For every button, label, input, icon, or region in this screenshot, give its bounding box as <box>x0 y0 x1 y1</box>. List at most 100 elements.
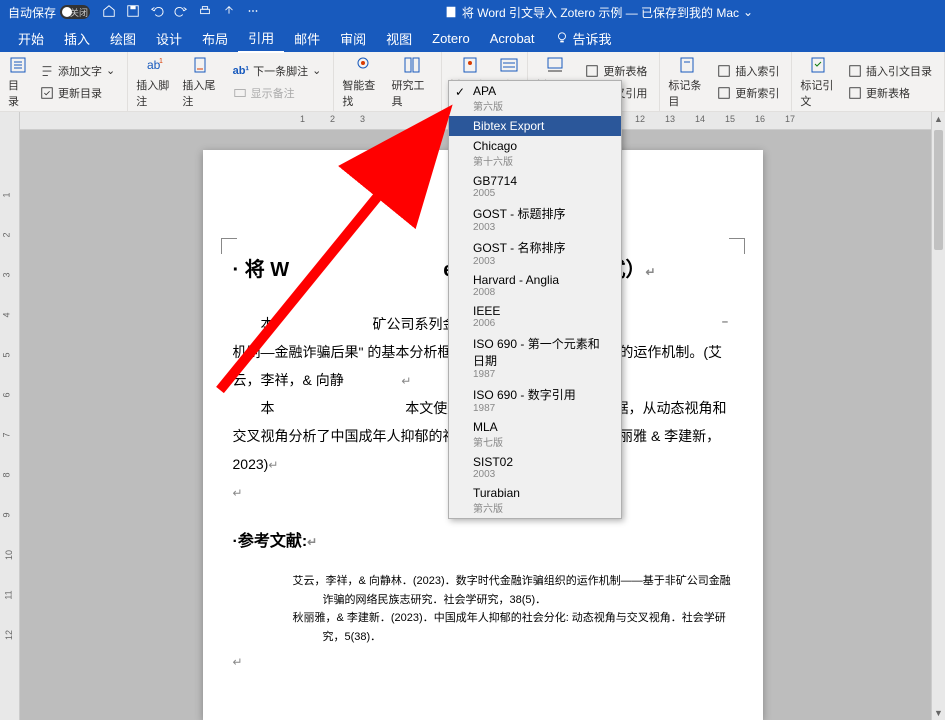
vruler-tick: 12 <box>4 630 14 640</box>
style-item-gost-title[interactable]: GOST - 标题排序2003 <box>449 202 621 236</box>
style-item-mla[interactable]: MLA第七版 <box>449 417 621 452</box>
doc-icon <box>444 5 458 19</box>
ribbon-tabs: 开始 插入 绘图 设计 布局 引用 邮件 审阅 视图 Zotero Acroba… <box>0 24 945 52</box>
quick-access-toolbar <box>102 4 260 21</box>
add-text-button[interactable]: 添加文字⌄ <box>36 61 119 81</box>
scrollbar-thumb[interactable] <box>934 130 943 250</box>
tab-view[interactable]: 视图 <box>376 25 422 52</box>
tab-insert[interactable]: 插入 <box>54 25 100 52</box>
insert-footnote-button[interactable]: ab1 插入脚注 <box>136 55 174 109</box>
style-item-apa[interactable]: APA第六版 <box>449 81 621 116</box>
save-icon[interactable] <box>126 4 140 21</box>
update-table-button[interactable]: 更新表格 <box>581 61 651 81</box>
tab-zotero[interactable]: Zotero <box>422 27 480 50</box>
autosave-toggle[interactable]: 关闭 <box>60 5 90 19</box>
smart-lookup-button[interactable]: 智能查找 <box>342 55 383 109</box>
style-item-iso690-numeric[interactable]: ISO 690 - 数字引用1987 <box>449 383 621 417</box>
tab-review[interactable]: 审阅 <box>330 25 376 52</box>
vertical-scrollbar[interactable]: ▲ ▼ <box>931 112 945 720</box>
ruler-tick: 13 <box>665 114 675 124</box>
ruler-corner <box>0 112 20 130</box>
update-index-button[interactable]: 更新索引 <box>713 83 783 103</box>
next-footnote-button[interactable]: ab¹下一条脚注⌄ <box>229 61 326 81</box>
undo-icon[interactable] <box>150 4 164 21</box>
update-table2-button[interactable]: 更新表格 <box>844 83 936 103</box>
ruler-tick: 2 <box>330 114 335 124</box>
document-title[interactable]: 将 Word 引文导入 Zotero 示例 — 已保存到我的 Mac ⌄ <box>260 4 937 21</box>
chevron-down-icon: ⌄ <box>312 64 321 77</box>
vruler-tick: 5 <box>2 352 12 357</box>
print-icon[interactable] <box>198 4 212 21</box>
tab-start[interactable]: 开始 <box>8 25 54 52</box>
home-icon[interactable] <box>102 4 116 21</box>
share-icon[interactable] <box>222 4 236 21</box>
mark-citation-button[interactable]: 标记引文 <box>800 55 836 109</box>
insert-ta-button[interactable]: 插入引文目录 <box>844 61 936 81</box>
style-item-bibtex[interactable]: Bibtex Export <box>449 116 621 136</box>
tab-tell-me[interactable]: 告诉我 <box>545 25 622 52</box>
vruler-tick: 4 <box>2 312 12 317</box>
vruler-tick: 9 <box>2 512 12 517</box>
tell-me-label: 告诉我 <box>573 29 612 48</box>
tab-draw[interactable]: 绘图 <box>100 25 146 52</box>
style-item-ieee[interactable]: IEEE2006 <box>449 301 621 332</box>
vruler-tick: 8 <box>2 472 12 477</box>
ruler-tick: 16 <box>755 114 765 124</box>
vruler-tick: 6 <box>2 392 12 397</box>
svg-text:1: 1 <box>159 58 163 65</box>
tab-references[interactable]: 引用 <box>238 24 284 53</box>
vruler-tick: 10 <box>4 550 14 560</box>
ruler-tick: 17 <box>785 114 795 124</box>
style-item-gb7714[interactable]: GB77142005 <box>449 171 621 202</box>
mark-citation-label: 标记引文 <box>800 77 836 109</box>
researcher-label: 研究工具 <box>392 77 433 109</box>
vruler-tick: 1 <box>2 192 12 197</box>
title-text: 将 Word 引文导入 Zotero 示例 — 已保存到我的 Mac <box>462 4 739 21</box>
toc-label: 目录 <box>8 77 28 109</box>
update-toc-button[interactable]: 更新目录 <box>36 83 119 103</box>
mark-entry-button[interactable]: 标记条目 <box>668 55 705 109</box>
style-item-harvard[interactable]: Harvard - Anglia2008 <box>449 270 621 301</box>
vruler-tick: 11 <box>4 590 14 599</box>
ruler-tick: 14 <box>695 114 705 124</box>
title-bar: 自动保存 关闭 将 Word 引文导入 Zotero 示例 — 已保存到我的 M… <box>0 0 945 24</box>
chevron-down-icon: ⌄ <box>106 64 115 77</box>
vertical-ruler[interactable]: 1 2 3 4 5 6 7 8 9 10 11 12 <box>0 130 20 720</box>
toc-button[interactable]: 目录 <box>8 55 28 109</box>
style-item-gost-name[interactable]: GOST - 名称排序2003 <box>449 236 621 270</box>
insert-index-button[interactable]: 插入索引 <box>713 61 783 81</box>
tab-layout[interactable]: 布局 <box>192 25 238 52</box>
tab-design[interactable]: 设计 <box>146 25 192 52</box>
ruler-tick: 15 <box>725 114 735 124</box>
style-item-sist02[interactable]: SIST022003 <box>449 452 621 483</box>
researcher-button[interactable]: 研究工具 <box>392 55 433 109</box>
lightbulb-icon <box>555 31 569 45</box>
chevron-down-icon: ⌄ <box>743 5 753 19</box>
tab-mailings[interactable]: 邮件 <box>284 25 330 52</box>
show-notes-button[interactable]: 显示备注 <box>229 83 326 103</box>
tab-acrobat[interactable]: Acrobat <box>480 27 545 50</box>
toggle-state: 关闭 <box>70 6 88 19</box>
references-heading: ·参考文献:↵ <box>233 526 733 558</box>
group-footnotes: ab1 插入脚注 插入尾注 ab¹下一条脚注⌄ 显示备注 <box>128 52 334 111</box>
scroll-down-icon[interactable]: ▼ <box>932 706 945 720</box>
scroll-up-icon[interactable]: ▲ <box>932 112 945 126</box>
insert-endnote-label: 插入尾注 <box>182 77 220 109</box>
autosave-group: 自动保存 关闭 <box>8 4 90 21</box>
citation-style-dropdown: APA第六版 Bibtex Export Chicago第十六版 GB77142… <box>448 80 622 519</box>
ruler-tick: 3 <box>360 114 365 124</box>
redo-icon[interactable] <box>174 4 188 21</box>
style-item-iso690-first[interactable]: ISO 690 - 第一个元素和日期1987 <box>449 332 621 383</box>
smart-lookup-label: 智能查找 <box>342 77 383 109</box>
margin-corner <box>729 238 745 254</box>
group-index: 标记条目 插入索引 更新索引 <box>660 52 792 111</box>
insert-endnote-button[interactable]: 插入尾注 <box>182 55 220 109</box>
style-item-chicago[interactable]: Chicago第十六版 <box>449 136 621 171</box>
ellipsis-icon[interactable] <box>246 4 260 21</box>
group-toc: 目录 添加文字⌄ 更新目录 <box>0 52 128 111</box>
group-research: 智能查找 研究工具 <box>334 52 441 111</box>
style-item-turabian[interactable]: Turabian第六版 <box>449 483 621 518</box>
autosave-label: 自动保存 <box>8 4 56 21</box>
vruler-tick: 2 <box>2 232 12 237</box>
reference-item: 秋丽雅，& 李建新．(2023)．中国成年人抑郁的社会分化: 动态视角与交叉视角… <box>263 609 733 646</box>
